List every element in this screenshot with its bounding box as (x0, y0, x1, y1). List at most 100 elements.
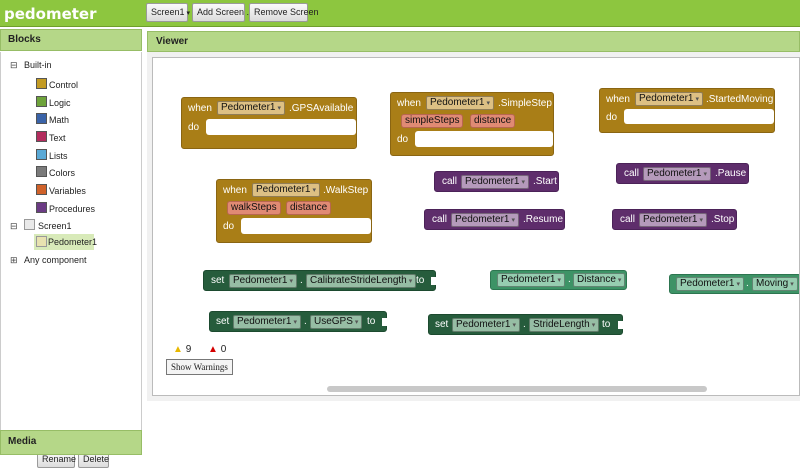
tree-item-pedometer1[interactable]: Pedometer1 (34, 234, 97, 250)
lists-swatch-icon (36, 149, 47, 160)
set-label: set (211, 275, 225, 286)
tree-item-variables[interactable]: Variables (49, 185, 86, 197)
input-socket (382, 318, 388, 326)
method-name: .Start (533, 176, 557, 187)
do-slot[interactable] (624, 109, 774, 124)
show-warnings-button[interactable]: Show Warnings (166, 359, 233, 375)
math-swatch-icon (36, 113, 47, 124)
component-dropdown[interactable]: Pedometer1 ▾ (452, 318, 520, 332)
do-label: do (606, 112, 618, 123)
tree-builtin[interactable]: Built-in (24, 59, 52, 71)
colors-swatch-icon (36, 166, 47, 177)
remove-screen-button[interactable]: Remove Screen (249, 3, 319, 22)
param-simplesteps[interactable]: simpleSteps (401, 114, 464, 128)
property-dropdown[interactable]: Moving ▾ (752, 277, 798, 291)
getter-block-distance[interactable]: Pedometer1 ▾ . Distance ▾ (490, 270, 627, 290)
do-slot[interactable] (415, 131, 553, 147)
call-block-stop[interactable]: call Pedometer1 ▾ .Stop (612, 209, 737, 230)
component-label: Pedometer1 (455, 214, 510, 225)
expand-icon[interactable]: ⊞ (10, 256, 18, 265)
event-block-gpsavailable[interactable]: when Pedometer1 ▾ .GPSAvailable do (181, 97, 357, 149)
component-dropdown[interactable]: Pedometer1 ▾ (229, 274, 297, 288)
setter-block-stridelength[interactable]: set Pedometer1 ▾ . StrideLength ▾ to (428, 314, 624, 335)
component-label: Pedometer1 (643, 214, 698, 225)
dot-label: . (746, 278, 749, 289)
setter-block-calibratestridelength[interactable]: set Pedometer1 ▾ . CalibrateStrideLength ▾… (203, 270, 437, 291)
to-label: to (367, 316, 376, 327)
component-label: Pedometer1 (233, 275, 288, 286)
getter-block-moving[interactable]: Pedometer1 ▾ . Moving ▾ (669, 274, 799, 294)
event-block-startedmoving[interactable]: when Pedometer1 ▾ .StartedMoving do (599, 88, 775, 133)
do-slot[interactable] (241, 218, 371, 234)
when-label: when (223, 185, 247, 196)
call-label: call (432, 214, 448, 225)
event-block-simplestep[interactable]: when Pedometer1 ▾ .SimpleStep simpleSteps… (390, 92, 554, 156)
component-dropdown[interactable]: Pedometer1 ▾ (233, 315, 301, 329)
tree-item-any-component[interactable]: Any component (24, 254, 87, 266)
tree-item-logic[interactable]: Logic (49, 97, 71, 109)
tree-item-control[interactable]: Control (49, 79, 78, 91)
component-dropdown[interactable]: Pedometer1 ▾ (426, 96, 494, 110)
setter-block-usegps[interactable]: set Pedometer1 ▾ . UseGPS ▾ to (209, 311, 388, 332)
blocks-workspace[interactable]: when Pedometer1 ▾ .GPSAvailable do when P… (152, 57, 800, 396)
component-label: Pedometer1 (221, 102, 276, 113)
when-label: when (188, 103, 212, 114)
param-distance[interactable]: distance (470, 114, 516, 128)
component-dropdown[interactable]: Pedometer1 ▾ (461, 175, 529, 189)
control-swatch-icon (36, 78, 47, 89)
method-name: .Stop (711, 214, 735, 225)
chevron-down-icon: ▾ (486, 100, 490, 107)
param-distance[interactable]: distance (286, 201, 332, 215)
media-panel-title[interactable]: Media (0, 430, 142, 455)
collapse-icon[interactable]: ⊟ (10, 222, 18, 231)
chevron-down-icon: ▾ (695, 96, 699, 103)
property-dropdown[interactable]: UseGPS ▾ (310, 315, 363, 329)
warning-icon: ▲ (173, 344, 183, 355)
component-dropdown[interactable]: Pedometer1 ▾ (643, 167, 711, 181)
component-dropdown[interactable]: Pedometer1 ▾ (639, 213, 707, 227)
chevron-down-icon: ▾ (289, 278, 293, 285)
component-dropdown[interactable]: Pedometer1 ▾ (252, 183, 320, 197)
event-block-walkstep[interactable]: when Pedometer1 ▾ .WalkStep walkSteps dis… (216, 179, 372, 243)
screen-select-dropdown[interactable]: Screen1 ▾ (146, 3, 190, 22)
chevron-down-icon: ▾ (736, 281, 740, 288)
chevron-down-icon: ▾ (521, 179, 525, 186)
property-label: CalibrateStrideLength (310, 275, 407, 286)
do-slot[interactable] (206, 119, 356, 135)
property-dropdown[interactable]: Distance ▾ (573, 273, 626, 287)
input-socket (618, 321, 624, 329)
variables-swatch-icon (36, 184, 47, 195)
component-dropdown[interactable]: Pedometer1 ▾ (217, 101, 285, 115)
tree-item-screen1[interactable]: Screen1 (38, 220, 72, 232)
tree-item-text[interactable]: Text (49, 132, 66, 144)
blocks-tree: ⊟ Built-in Control Logic Math Text Lists… (0, 52, 142, 468)
add-screen-button[interactable]: Add Screen ... (192, 3, 254, 22)
set-label: set (435, 319, 449, 330)
top-bar: pedometer Screen1 ▾ Add Screen ... Remove… (0, 0, 800, 27)
horizontal-scrollbar[interactable] (327, 386, 707, 392)
event-name: .StartedMoving (706, 94, 774, 105)
property-label: Moving (756, 278, 789, 289)
component-dropdown[interactable]: Pedometer1 ▾ (451, 213, 519, 227)
component-dropdown[interactable]: Pedometer1 ▾ (635, 92, 703, 106)
tree-item-lists[interactable]: Lists (49, 150, 68, 162)
tree-item-math[interactable]: Math (49, 114, 69, 126)
call-block-pause[interactable]: call Pedometer1 ▾ .Pause (616, 163, 749, 184)
screen-icon (24, 219, 35, 230)
param-walksteps[interactable]: walkSteps (227, 201, 281, 215)
tree-item-procedures[interactable]: Procedures (49, 203, 95, 215)
when-label: when (397, 98, 421, 109)
call-block-start[interactable]: call Pedometer1 ▾ .Start (434, 171, 559, 192)
component-label: Pedometer1 (501, 274, 556, 285)
component-dropdown[interactable]: Pedometer1 ▾ (497, 273, 565, 287)
collapse-icon[interactable]: ⊟ (10, 61, 18, 70)
tree-item-colors[interactable]: Colors (49, 167, 75, 179)
call-block-resume[interactable]: call Pedometer1 ▾ .Resume (424, 209, 565, 230)
chevron-down-icon: ▾ (511, 217, 515, 224)
component-label: Pedometer1 (430, 97, 485, 108)
component-dropdown[interactable]: Pedometer1 ▾ (676, 277, 744, 291)
dot-label: . (568, 274, 571, 285)
property-dropdown[interactable]: StrideLength ▾ (529, 318, 600, 332)
property-dropdown[interactable]: CalibrateStrideLength ▾ (306, 274, 417, 288)
chevron-down-icon: ▾ (312, 187, 316, 194)
